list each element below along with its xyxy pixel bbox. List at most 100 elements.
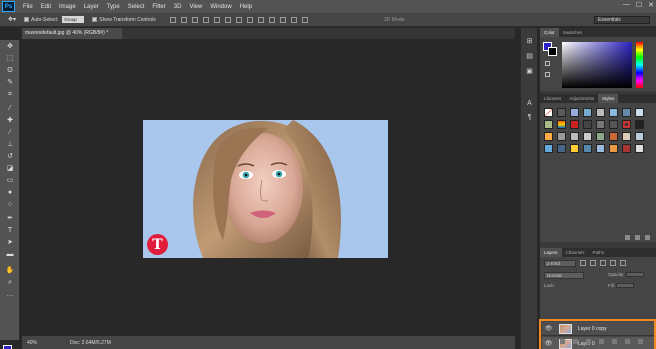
- type-filter-icon[interactable]: [600, 260, 606, 266]
- style-swatch[interactable]: [596, 120, 605, 129]
- default-colors-icon[interactable]: [545, 61, 550, 66]
- style-swatch[interactable]: [609, 108, 618, 117]
- style-swatch[interactable]: [622, 132, 631, 141]
- menu-edit[interactable]: Edit: [41, 4, 51, 10]
- document-tab[interactable]: maxresdefault.jpg @ 40% (RGB/8#) *: [22, 28, 122, 39]
- menu-window[interactable]: Window: [210, 4, 231, 10]
- style-swatch[interactable]: [557, 120, 566, 129]
- distribute-right-icon[interactable]: [290, 16, 297, 23]
- style-swatch[interactable]: [544, 144, 553, 153]
- menu-3d[interactable]: 3D: [174, 4, 182, 10]
- trash-icon[interactable]: [638, 339, 643, 344]
- healing-brush-tool-icon[interactable]: ✚: [5, 116, 15, 125]
- style-swatch[interactable]: [622, 144, 631, 153]
- auto-select-dropdown[interactable]: Group: [62, 16, 85, 23]
- adjustment-layer-icon[interactable]: [599, 339, 604, 344]
- folder-icon[interactable]: [625, 235, 630, 240]
- pen-tool-icon[interactable]: ✒: [5, 214, 15, 223]
- distribute-top-icon[interactable]: [235, 16, 242, 23]
- crop-tool-icon[interactable]: ⌗: [5, 90, 15, 99]
- align-middle-icon[interactable]: [180, 16, 187, 23]
- style-swatch[interactable]: [635, 132, 644, 141]
- blend-mode-dropdown[interactable]: Normal: [544, 272, 584, 279]
- distribute-left-icon[interactable]: [268, 16, 275, 23]
- shape-filter-icon[interactable]: [610, 260, 616, 266]
- close-button[interactable]: ✕: [648, 1, 654, 9]
- visibility-eye-icon[interactable]: 👁: [544, 325, 553, 332]
- new-layer-icon[interactable]: [625, 339, 630, 344]
- style-swatch[interactable]: [583, 108, 592, 117]
- edit-toolbar-icon[interactable]: …: [5, 290, 15, 299]
- distribute-center-icon[interactable]: [279, 16, 286, 23]
- new-style-icon[interactable]: [635, 235, 640, 240]
- hue-slider[interactable]: [636, 42, 643, 88]
- menu-view[interactable]: View: [189, 4, 202, 10]
- style-swatch[interactable]: [570, 120, 579, 129]
- style-swatch[interactable]: [544, 108, 553, 117]
- visibility-eye-icon[interactable]: 👁: [544, 340, 553, 347]
- move-tool-icon[interactable]: ✥▾: [8, 16, 16, 23]
- align-right-icon[interactable]: [224, 16, 231, 23]
- align-left-icon[interactable]: [202, 16, 209, 23]
- eraser-tool-icon[interactable]: ◪: [5, 164, 15, 173]
- opacity-field[interactable]: [625, 272, 644, 278]
- swap-colors-icon[interactable]: [545, 72, 550, 77]
- distribute-middle-icon[interactable]: [246, 16, 253, 23]
- menu-image[interactable]: Image: [59, 4, 76, 10]
- trash-icon[interactable]: [645, 235, 650, 240]
- tab-layers[interactable]: Layers: [540, 248, 562, 257]
- style-swatch[interactable]: [557, 144, 566, 153]
- menu-file[interactable]: File: [23, 4, 33, 10]
- foreground-color-swatch[interactable]: [3, 345, 12, 349]
- style-swatch[interactable]: [583, 120, 592, 129]
- tab-styles[interactable]: Styles: [598, 94, 619, 103]
- smart-object-filter-icon[interactable]: [620, 260, 626, 266]
- layer-mask-icon[interactable]: [586, 339, 591, 344]
- style-swatch[interactable]: [609, 132, 618, 141]
- document-image[interactable]: T: [143, 120, 388, 258]
- history-panel-icon[interactable]: ⊞: [525, 38, 534, 46]
- menu-help[interactable]: Help: [240, 4, 252, 10]
- style-swatch[interactable]: [622, 120, 631, 129]
- link-layers-icon[interactable]: [560, 339, 565, 344]
- dodge-tool-icon[interactable]: ○: [5, 200, 15, 209]
- layer-row[interactable]: 👁 Layer 0 copy: [542, 322, 654, 336]
- style-swatch[interactable]: [570, 108, 579, 117]
- paragraph-panel-icon[interactable]: ¶: [525, 114, 534, 122]
- menu-select[interactable]: Select: [128, 4, 145, 10]
- style-swatch[interactable]: [622, 108, 631, 117]
- canvas-area[interactable]: T: [22, 40, 515, 336]
- tab-adjustments[interactable]: Adjustments: [565, 94, 598, 103]
- zoom-tool-icon[interactable]: ⌕: [5, 278, 15, 287]
- character-panel-icon[interactable]: A: [525, 100, 534, 108]
- tab-paths[interactable]: Paths: [589, 248, 609, 257]
- style-swatch[interactable]: [635, 108, 644, 117]
- brush-tool-icon[interactable]: ∕: [5, 128, 15, 137]
- fill-field[interactable]: [616, 283, 635, 289]
- transform-controls-checkbox[interactable]: [92, 17, 98, 22]
- style-swatch[interactable]: [596, 108, 605, 117]
- path-selection-tool-icon[interactable]: ➤: [5, 238, 15, 247]
- style-swatch[interactable]: [583, 132, 592, 141]
- style-swatch[interactable]: [609, 144, 618, 153]
- menu-layer[interactable]: Layer: [84, 4, 99, 10]
- layer-name[interactable]: Layer 0 copy: [578, 326, 607, 332]
- align-top-icon[interactable]: [169, 16, 176, 23]
- style-swatch[interactable]: [583, 144, 592, 153]
- style-swatch[interactable]: [635, 144, 644, 153]
- auto-select-checkbox[interactable]: [24, 17, 30, 22]
- align-bottom-icon[interactable]: [191, 16, 198, 23]
- distribute-bottom-icon[interactable]: [257, 16, 264, 23]
- marquee-tool-icon[interactable]: ⬚: [5, 54, 15, 63]
- auto-align-icon[interactable]: [301, 16, 308, 23]
- pixel-filter-icon[interactable]: [580, 260, 586, 266]
- group-icon[interactable]: [612, 339, 617, 344]
- quick-select-tool-icon[interactable]: ✎: [5, 78, 15, 87]
- document-size[interactable]: Doc: 2.64M/5.27M: [70, 340, 111, 346]
- clone-stamp-tool-icon[interactable]: ⊥: [5, 140, 15, 149]
- move-tool-icon[interactable]: ✥: [5, 42, 15, 51]
- maximize-button[interactable]: ☐: [636, 1, 642, 9]
- layer-style-icon[interactable]: [573, 339, 578, 344]
- tab-swatches[interactable]: Swatches: [559, 28, 587, 37]
- tab-libraries[interactable]: Libraries: [540, 94, 565, 103]
